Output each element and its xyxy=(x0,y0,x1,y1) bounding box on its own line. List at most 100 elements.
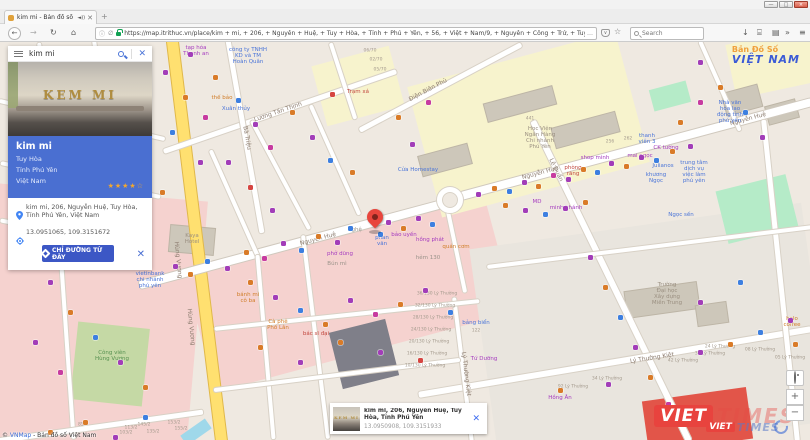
permissions-icon[interactable]: ∅ xyxy=(108,30,113,37)
poi-icon[interactable] xyxy=(728,342,733,347)
poi-icon[interactable] xyxy=(410,142,415,147)
poi-icon[interactable] xyxy=(236,98,241,103)
poi-icon[interactable] xyxy=(551,173,556,178)
map-search-icon[interactable] xyxy=(118,51,124,57)
poi-icon[interactable] xyxy=(738,280,743,285)
new-tab-button[interactable]: + xyxy=(101,13,108,21)
poi-icon[interactable] xyxy=(273,295,278,300)
poi-icon[interactable] xyxy=(743,110,748,115)
poi-icon[interactable] xyxy=(416,216,421,221)
poi-icon[interactable] xyxy=(758,330,763,335)
poi-icon[interactable] xyxy=(203,115,208,120)
poi-icon[interactable] xyxy=(173,264,178,269)
poi-icon[interactable] xyxy=(760,135,765,140)
poi-icon[interactable] xyxy=(226,160,231,165)
poi-icon[interactable] xyxy=(418,358,423,363)
poi-icon[interactable] xyxy=(373,312,378,317)
site-info-icon[interactable]: ⓘ xyxy=(99,29,105,38)
back-button[interactable]: ← xyxy=(8,27,21,40)
poi-icon[interactable] xyxy=(718,85,723,90)
poi-icon[interactable] xyxy=(492,186,497,191)
poi-icon[interactable] xyxy=(563,206,568,211)
poi-icon[interactable] xyxy=(93,335,98,340)
poi-icon[interactable] xyxy=(698,300,703,305)
poi-icon[interactable] xyxy=(595,170,600,175)
poi-icon[interactable] xyxy=(788,318,793,323)
tab-close-icon[interactable]: ✕ xyxy=(87,14,93,22)
poi-icon[interactable] xyxy=(244,250,249,255)
poi-icon[interactable] xyxy=(523,208,528,213)
poi-icon[interactable] xyxy=(170,130,175,135)
map-canvas[interactable]: Nguyễn HuệNguyễn HuệNguyễn HuệLê DuẩnĐiệ… xyxy=(0,42,810,440)
poi-icon[interactable] xyxy=(323,322,328,327)
poi-icon[interactable] xyxy=(160,190,165,195)
poi-icon[interactable] xyxy=(253,122,258,127)
poi-icon[interactable] xyxy=(543,212,548,217)
poi-icon[interactable] xyxy=(588,255,593,260)
bookmark-star-icon[interactable]: ☆ xyxy=(614,27,621,36)
poi-icon[interactable] xyxy=(507,189,512,194)
poi-icon[interactable] xyxy=(298,360,303,365)
poi-icon[interactable] xyxy=(678,120,683,125)
attribution-link[interactable]: VNMap xyxy=(10,432,31,439)
pocket-icon[interactable]: ∨ xyxy=(601,29,610,37)
search-bar[interactable] xyxy=(630,27,704,40)
poi-icon[interactable] xyxy=(698,100,703,105)
rating-stars[interactable]: ★★★★☆ xyxy=(108,182,144,190)
poi-icon[interactable] xyxy=(378,350,383,355)
popup-thumbnail[interactable]: KEM MI xyxy=(333,407,360,431)
poi-icon[interactable] xyxy=(290,110,295,115)
poi-icon[interactable] xyxy=(350,170,355,175)
browser-search-input[interactable] xyxy=(642,30,700,37)
poi-icon[interactable] xyxy=(310,135,315,140)
poi-icon[interactable] xyxy=(348,226,353,231)
poi-icon[interactable] xyxy=(113,435,118,440)
poi-icon[interactable] xyxy=(398,302,403,307)
poi-icon[interactable] xyxy=(213,75,218,80)
poi-icon[interactable] xyxy=(68,310,73,315)
poi-icon[interactable] xyxy=(386,220,391,225)
forward-button[interactable]: → xyxy=(30,27,37,39)
poi-icon[interactable] xyxy=(316,234,321,239)
https-lock-icon[interactable] xyxy=(116,32,121,36)
poi-icon[interactable] xyxy=(281,241,286,246)
poi-icon[interactable] xyxy=(118,360,123,365)
poi-icon[interactable] xyxy=(522,180,527,185)
popup-close-icon[interactable]: ✕ xyxy=(472,414,480,424)
library-icon[interactable]: ⌸ xyxy=(757,28,762,38)
poi-icon[interactable] xyxy=(183,95,188,100)
poi-icon[interactable] xyxy=(188,52,193,57)
poi-icon[interactable] xyxy=(558,388,563,393)
poi-icon[interactable] xyxy=(335,240,340,245)
close-window-button[interactable]: × xyxy=(794,1,808,8)
panel-close-icon[interactable]: ✕ xyxy=(137,249,145,260)
poi-icon[interactable] xyxy=(793,342,798,347)
hamburger-icon[interactable] xyxy=(14,49,23,58)
poi-icon[interactable] xyxy=(426,100,431,105)
sidebar-icon[interactable]: ▤ xyxy=(772,28,780,37)
clear-search-icon[interactable]: ✕ xyxy=(138,49,146,59)
poi-icon[interactable] xyxy=(581,167,586,172)
poi-icon[interactable] xyxy=(248,185,253,190)
poi-icon[interactable] xyxy=(423,288,428,293)
poi-icon[interactable] xyxy=(338,340,343,345)
poi-icon[interactable] xyxy=(299,248,304,253)
poi-icon[interactable] xyxy=(188,272,193,277)
poi-icon[interactable] xyxy=(143,415,148,420)
poi-icon[interactable] xyxy=(270,208,275,213)
map-search-box[interactable]: kim mi ✕ xyxy=(8,46,152,62)
poi-icon[interactable] xyxy=(430,222,435,227)
poi-icon[interactable] xyxy=(536,184,541,189)
directions-button[interactable]: CHỈ ĐƯỜNG TỪ ĐÂY xyxy=(42,245,114,262)
poi-icon[interactable] xyxy=(603,285,608,290)
poi-icon[interactable] xyxy=(205,259,210,264)
place-photo[interactable]: KEM MI xyxy=(8,62,152,136)
poi-icon[interactable] xyxy=(83,420,88,425)
tab-audio-icon[interactable]: ◄)) xyxy=(77,15,85,21)
reload-button[interactable]: ↻ xyxy=(50,27,57,39)
zoom-out-button[interactable]: − xyxy=(786,405,804,421)
poi-icon[interactable] xyxy=(566,177,571,182)
minimize-button[interactable]: — xyxy=(764,1,778,8)
poi-icon[interactable] xyxy=(583,200,588,205)
poi-icon[interactable] xyxy=(396,115,401,120)
